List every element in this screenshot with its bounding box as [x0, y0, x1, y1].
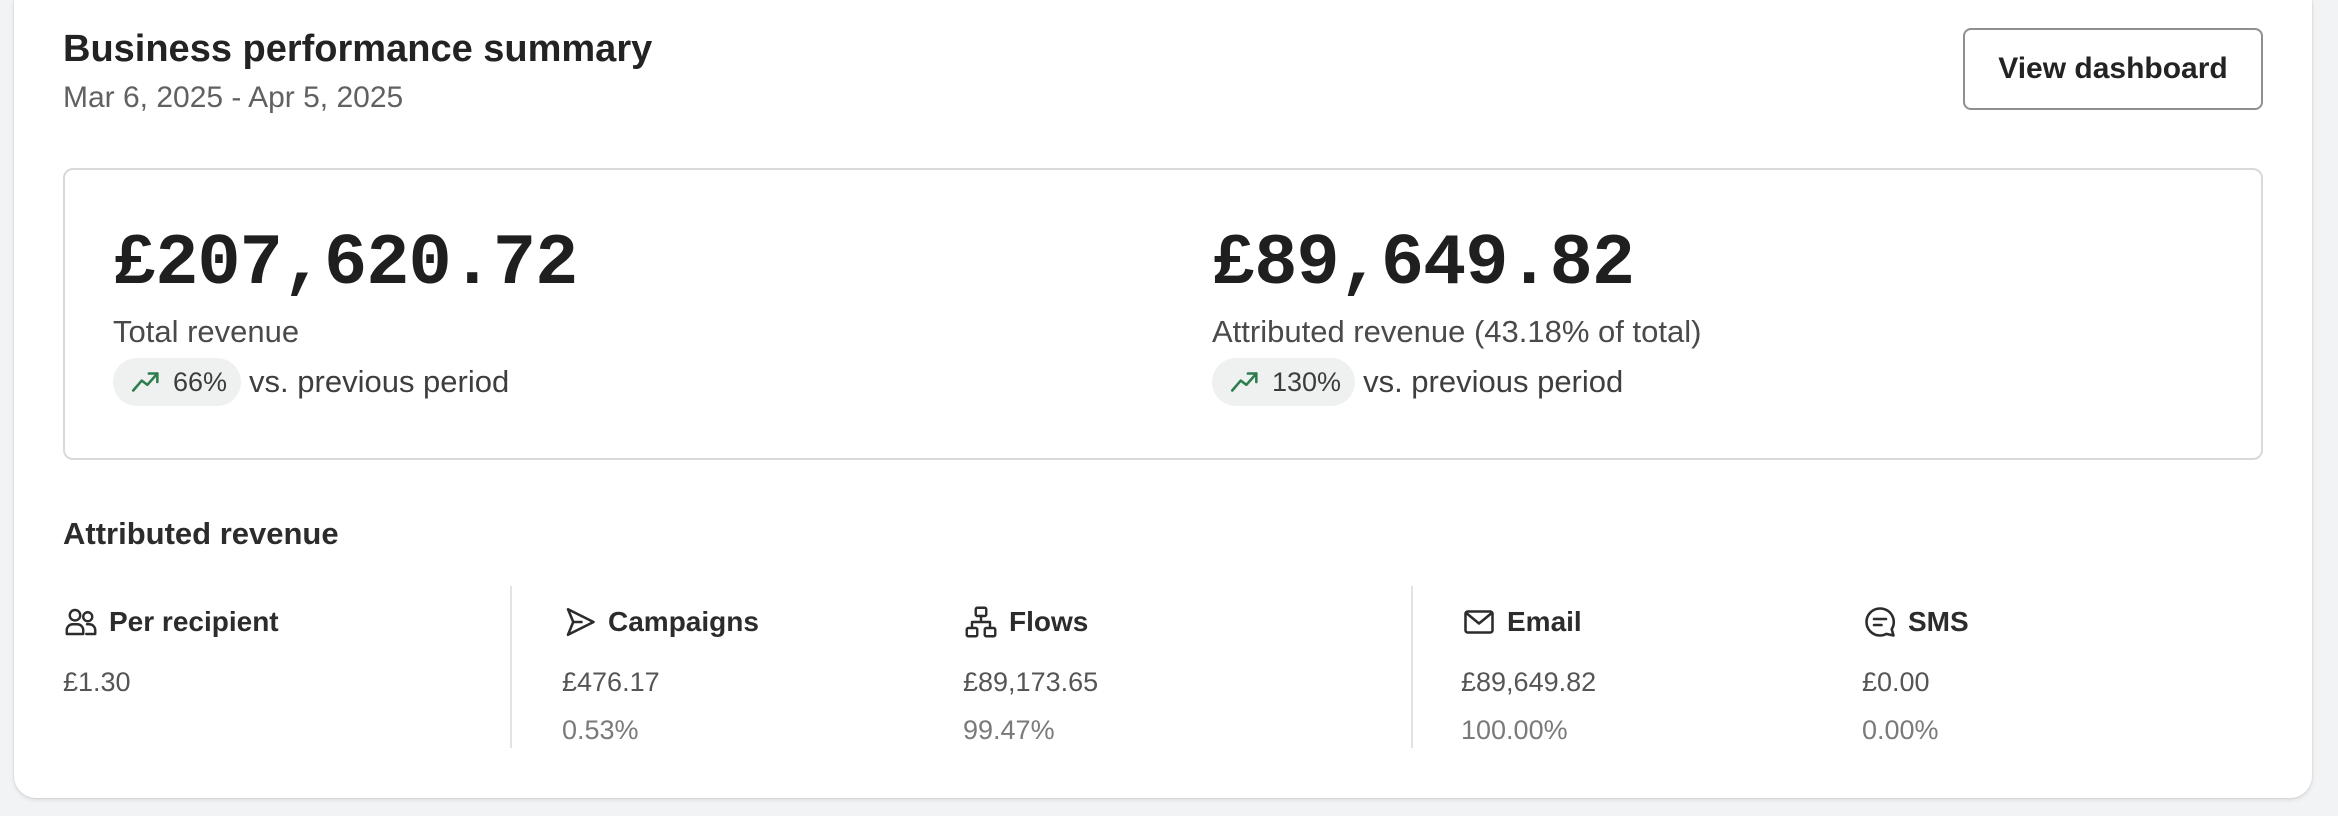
column-value: £89,649.82	[1461, 667, 1597, 697]
column-title: SMS	[1908, 606, 1969, 637]
flows-column: Flows £89,173.65 99.47%	[963, 602, 1098, 746]
column-percent: 100.00%	[1461, 715, 1568, 745]
campaigns-column: Campaigns £476.17 0.53%	[562, 602, 759, 746]
card-header: Business performance summary Mar 6, 2025…	[63, 26, 652, 116]
column-value: £0.00	[1862, 667, 1930, 697]
trend-up-icon	[1230, 372, 1258, 392]
attributed-revenue-label: Attributed revenue (43.18% of total)	[1212, 314, 1702, 349]
revenue-summary-panel: £207,620.72 Total revenue 66% vs. previo…	[63, 168, 2263, 460]
email-column: Email £89,649.82 100.00%	[1461, 602, 1596, 746]
column-value: £1.30	[63, 667, 131, 697]
column-percent: 99.47%	[963, 715, 1055, 745]
trend-percent: 130%	[1272, 366, 1342, 397]
trend-badge: 66%	[113, 358, 242, 406]
total-revenue-trend: 66% vs. previous period	[113, 358, 577, 406]
column-percent: 0.00%	[1862, 715, 1939, 745]
business-performance-card: Business performance summary Mar 6, 2025…	[14, 0, 2312, 798]
column-header: Email	[1461, 602, 1596, 642]
column-header: Campaigns	[562, 602, 759, 642]
total-revenue-label: Total revenue	[113, 314, 300, 349]
comparison-text: vs. previous period	[1363, 364, 1624, 399]
mail-icon	[1464, 610, 1494, 634]
column-value: £89,173.65	[963, 667, 1099, 697]
column-title: Flows	[1009, 606, 1089, 637]
sms-icon	[1865, 607, 1896, 637]
column-title: Per recipient	[109, 606, 279, 637]
flows-icon	[965, 606, 997, 638]
column-header: Per recipient	[63, 602, 279, 642]
column-header: Flows	[963, 602, 1098, 642]
column-divider	[1411, 586, 1413, 748]
comparison-text: vs. previous period	[249, 364, 510, 399]
attributed-revenue-metric: £89,649.82 Attributed revenue (43.18% of…	[1212, 222, 1701, 406]
trend-up-icon	[131, 372, 159, 392]
column-title: Email	[1507, 606, 1582, 637]
attributed-revenue-trend: 130% vs. previous period	[1212, 358, 1701, 406]
date-range: Mar 6, 2025 - Apr 5, 2025	[63, 81, 404, 114]
view-dashboard-button[interactable]: View dashboard	[1963, 28, 2263, 110]
trend-percent: 66%	[173, 366, 228, 397]
sms-column: SMS £0.00 0.00%	[1862, 602, 1969, 746]
trend-badge: 130%	[1212, 358, 1356, 406]
column-header: SMS	[1862, 602, 1969, 642]
card-title: Business performance summary	[63, 28, 653, 70]
column-percent: 0.53%	[562, 715, 639, 745]
total-revenue-value: £207,620.72	[113, 223, 578, 305]
send-icon	[566, 607, 595, 637]
users-icon	[65, 608, 97, 636]
column-title: Campaigns	[608, 606, 759, 637]
column-divider	[510, 586, 512, 748]
per-recipient-column: Per recipient £1.30	[63, 602, 279, 698]
column-value: £476.17	[562, 667, 660, 697]
attributed-revenue-value: £89,649.82	[1212, 223, 1635, 305]
attributed-revenue-heading: Attributed revenue	[63, 516, 339, 551]
total-revenue-metric: £207,620.72 Total revenue 66% vs. previo…	[113, 222, 578, 406]
